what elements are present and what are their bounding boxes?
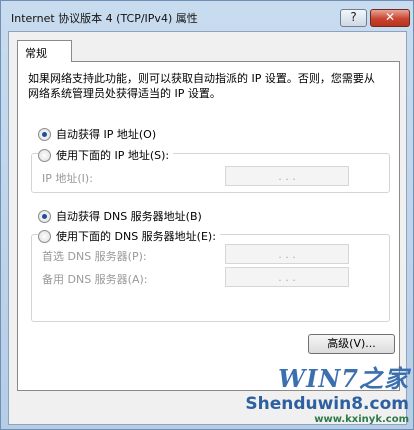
tab-general[interactable]: 常规 (17, 40, 72, 62)
manual-dns-option[interactable]: 使用下面的 DNS 服务器地址(E): (38, 228, 220, 244)
watermark: WIN7之家 Shenduwin8.com www.kxinyk.com (245, 359, 409, 425)
auto-ip-radio[interactable] (38, 127, 51, 141)
title-bar[interactable]: Internet 协议版本 4 (TCP/IPv4) 属性 ? ✕ (1, 1, 413, 31)
preferred-dns-field[interactable]: . . . (225, 244, 349, 264)
auto-ip-label: 自动获得 IP 地址(O) (56, 128, 157, 141)
manual-ip-label: 使用下面的 IP 地址(S): (56, 149, 170, 162)
ip-address-field[interactable]: . . . (225, 166, 349, 186)
advanced-button[interactable]: 高级(V)... (308, 334, 395, 354)
alternate-dns-dots: . . . (278, 270, 296, 284)
ip-address-label: IP 地址(I): (42, 172, 93, 185)
ip-address-dots: . . . (278, 169, 296, 183)
preferred-dns-dots: . . . (278, 247, 296, 261)
watermark-logo: WIN7之家 (278, 364, 409, 393)
close-button[interactable]: ✕ (370, 9, 410, 27)
auto-ip-option[interactable]: 自动获得 IP 地址(O) (38, 126, 156, 142)
general-panel: 如果网络支持此功能，则可以获取自动指派的 IP 设置。否则，您需要从网络系统管理… (17, 61, 400, 391)
watermark-sub: www.kxinyk.com (314, 414, 409, 425)
manual-ip-radio[interactable] (38, 148, 51, 162)
auto-dns-radio[interactable] (38, 209, 51, 223)
description-text: 如果网络支持此功能，则可以获取自动指派的 IP 设置。否则，您需要从网络系统管理… (28, 72, 375, 100)
manual-ip-option[interactable]: 使用下面的 IP 地址(S): (38, 147, 174, 163)
alternate-dns-field[interactable]: . . . (225, 267, 349, 287)
window-title: Internet 协议版本 4 (TCP/IPv4) 属性 (11, 12, 198, 25)
alternate-dns-label: 备用 DNS 服务器(A): (42, 273, 148, 286)
auto-dns-label: 自动获得 DNS 服务器地址(B) (56, 210, 202, 223)
manual-dns-radio[interactable] (38, 229, 51, 243)
manual-dns-label: 使用下面的 DNS 服务器地址(E): (56, 230, 216, 243)
help-button[interactable]: ? (340, 9, 367, 27)
watermark-site: Shenduwin8.com (245, 394, 409, 414)
auto-dns-option[interactable]: 自动获得 DNS 服务器地址(B) (38, 208, 202, 224)
dialog-window: Internet 协议版本 4 (TCP/IPv4) 属性 ? ✕ 常规 如果网… (0, 0, 414, 430)
preferred-dns-label: 首选 DNS 服务器(P): (42, 250, 147, 263)
